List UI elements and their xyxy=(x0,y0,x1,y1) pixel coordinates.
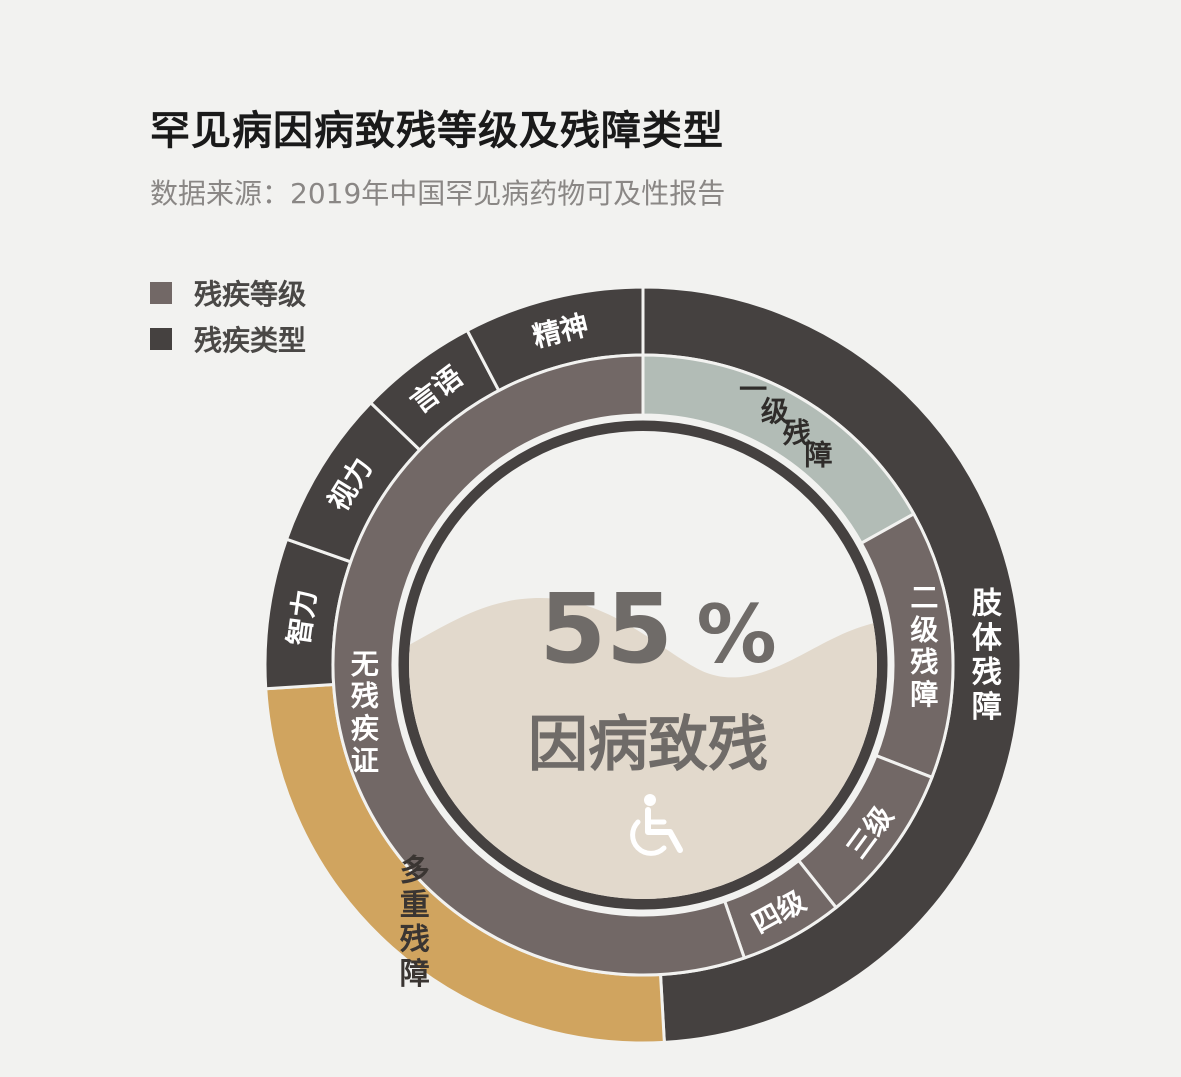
grade-label: 二级残障 xyxy=(910,581,938,711)
type-label: 肢体残障 xyxy=(972,586,1003,725)
grade-label: 无残疾证 xyxy=(351,647,379,777)
center-label: 因病致残 xyxy=(528,710,768,780)
center-percent-sign: % xyxy=(697,588,777,681)
type-label: 多重残障 xyxy=(400,853,430,992)
center-percent: 55 % xyxy=(539,573,776,685)
center-percent-number: 55 xyxy=(539,573,673,685)
donut-chart: 55 % 因病致残 肢体残障多重残障智力视力言语精神一级残障二级残障三级四级无残… xyxy=(263,285,1023,1045)
